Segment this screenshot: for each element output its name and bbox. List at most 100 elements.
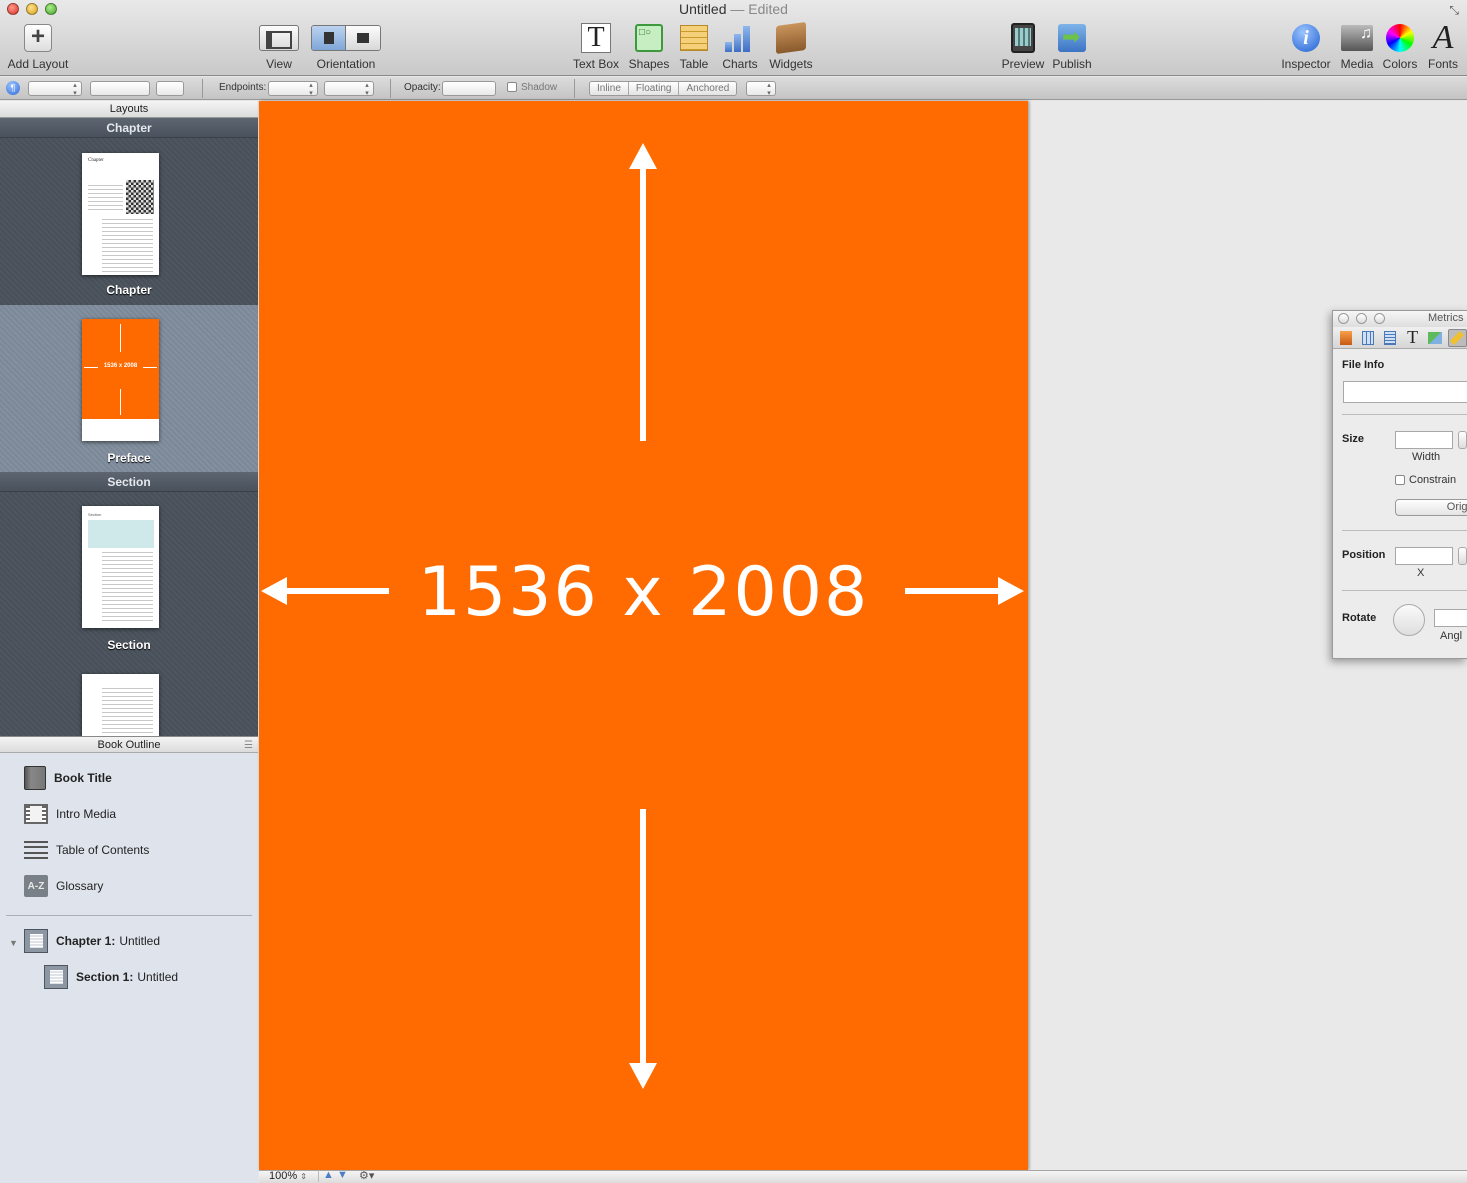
orientation-control[interactable]: Orientation [310,22,382,71]
section-page-thumbnail: Section [82,506,159,628]
text-box-button[interactable]: T Text Box [570,22,622,71]
outline-item-toc[interactable]: Table of Contents [24,837,149,863]
layout-thumbnail-section-2[interactable] [0,659,258,736]
preview-button[interactable]: Preview [1000,22,1046,71]
document-inspector-tab[interactable] [1336,329,1355,347]
info-icon: i [1292,24,1320,52]
landscape-orientation-button[interactable] [346,26,380,50]
layout-thumbnail-section[interactable]: Section Section [0,492,258,659]
width-stepper[interactable] [1458,431,1467,449]
book-outline-title: Book Outline [97,739,161,751]
layout-label: Section [107,638,151,652]
paragraph-style-icon[interactable]: ¶ [6,81,20,95]
page-dimension-text[interactable]: 1536 x 2008 [259,553,1028,632]
constrain-checkbox[interactable]: Constrain [1395,474,1456,486]
wrap-inspector-tab[interactable] [1381,329,1400,347]
zoom-value: 100% [269,1170,298,1182]
shapes-label: Shapes [628,57,670,71]
publish-label: Publish [1052,57,1092,71]
table-button[interactable]: Table [676,22,712,71]
media-button[interactable]: Media [1338,22,1376,71]
metrics-inspector-tab[interactable] [1447,328,1467,347]
anchored-mode-button[interactable]: Anchored [679,82,737,95]
resize-grip-icon[interactable]: ☰ [244,737,253,754]
gear-icon[interactable]: ⚙▾ [359,1169,374,1182]
rotate-knob[interactable] [1393,604,1425,636]
fonts-button[interactable]: A Fonts [1426,21,1460,72]
style-popup[interactable] [28,81,82,97]
previous-page-icon[interactable]: ▲ [323,1169,334,1181]
mini-arrow-down-icon [120,389,121,415]
disclosure-triangle-icon[interactable]: ▼ [9,938,18,948]
outline-item-book-title[interactable]: Book Title [24,765,116,791]
portrait-orientation-button[interactable] [312,26,346,50]
end-endpoint-popup[interactable] [324,81,374,97]
floating-mode-button[interactable]: Floating [628,82,680,95]
stroke-color-well[interactable] [156,81,184,96]
view-menu-icon [259,25,299,51]
inspector-titlebar[interactable]: Metrics [1333,311,1467,327]
position-x-field[interactable] [1395,547,1453,565]
preface-page-thumbnail: 1536 x 2008 [82,319,159,441]
document-name: Untitled [679,1,727,17]
graphic-inspector-tab[interactable] [1425,329,1444,347]
outline-item-glossary[interactable]: A-Z Glossary [24,873,103,899]
width-field[interactable] [1395,431,1453,449]
outline-section-1[interactable]: Section 1: Untitled [44,964,178,990]
position-x-stepper[interactable] [1458,547,1467,565]
toolbar-divider [390,79,391,98]
inspector-divider [1342,590,1467,591]
layout-inspector-tab[interactable] [1358,329,1377,347]
status-bar: 100% ⇕ ▲ ▼ ⚙▾ [259,1169,1467,1183]
glossary-az-icon: A-Z [24,875,48,897]
colors-button[interactable]: Colors [1381,22,1419,71]
wrap-icon [1384,330,1397,345]
document-canvas[interactable]: 1536 x 2008 [259,101,1467,1170]
inspector-close-button[interactable] [1338,313,1349,324]
wrap-mode-control[interactable]: Inline Floating Anchored [589,81,738,96]
page-nav[interactable]: ▲ ▼ [323,1169,348,1181]
fullscreen-icon[interactable]: ⤡ [1449,3,1459,18]
opacity-combo[interactable] [442,81,496,96]
section-page-thumbnail [82,674,159,736]
rotate-label: Rotate [1342,612,1377,624]
page[interactable]: 1536 x 2008 [259,101,1028,1170]
wrap-options-popup[interactable] [746,81,776,97]
widgets-button[interactable]: Widgets [768,21,814,71]
publish-button[interactable]: Publish [1050,22,1094,71]
layouts-pane[interactable]: Chapter Chapter Chapter 1536 x 2008 Pref… [0,118,258,736]
toolbar-divider [202,79,203,98]
layout-thumbnail-chapter[interactable]: Chapter Chapter [0,138,258,305]
layout-label: Chapter [106,283,152,297]
outline-item-intro-media[interactable]: Intro Media [24,801,116,827]
inspector-minimize-button[interactable] [1356,313,1367,324]
line-style-popup[interactable] [90,81,150,96]
shadow-checkbox[interactable]: Shadow [507,82,557,93]
zoom-popup[interactable]: 100% ⇕ [269,1170,319,1182]
layout-group-heading: Section [0,472,258,492]
mini-title: Chapter [88,158,104,163]
section-title: Untitled [137,970,179,984]
media-icon [1341,25,1373,51]
text-inspector-tab[interactable]: T [1403,327,1422,347]
angle-field[interactable] [1434,609,1467,627]
shadow-label: Shadow [521,82,558,93]
shapes-button[interactable]: Shapes [628,22,670,71]
outline-chapter-1[interactable]: Chapter 1: Untitled [24,928,160,954]
inspector-button[interactable]: i Inspector [1280,22,1332,71]
arrow-up-icon [629,143,657,169]
ipad-preview-icon [1011,23,1035,53]
inspector-zoom-button[interactable] [1374,313,1385,324]
colors-label: Colors [1382,57,1418,71]
view-button[interactable]: View [256,22,302,71]
outline-divider [6,915,252,916]
start-endpoint-popup[interactable] [268,81,318,97]
inline-mode-button[interactable]: Inline [590,82,629,95]
next-page-icon[interactable]: ▼ [337,1169,348,1181]
chapter-page-icon [24,929,48,953]
charts-button[interactable]: Charts [720,22,760,71]
file-info-field[interactable] [1343,381,1467,403]
add-layout-button[interactable]: + Add Layout [6,22,70,71]
layout-thumbnail-preface[interactable]: 1536 x 2008 Preface [0,305,258,472]
original-size-button[interactable]: Origi [1395,499,1467,516]
